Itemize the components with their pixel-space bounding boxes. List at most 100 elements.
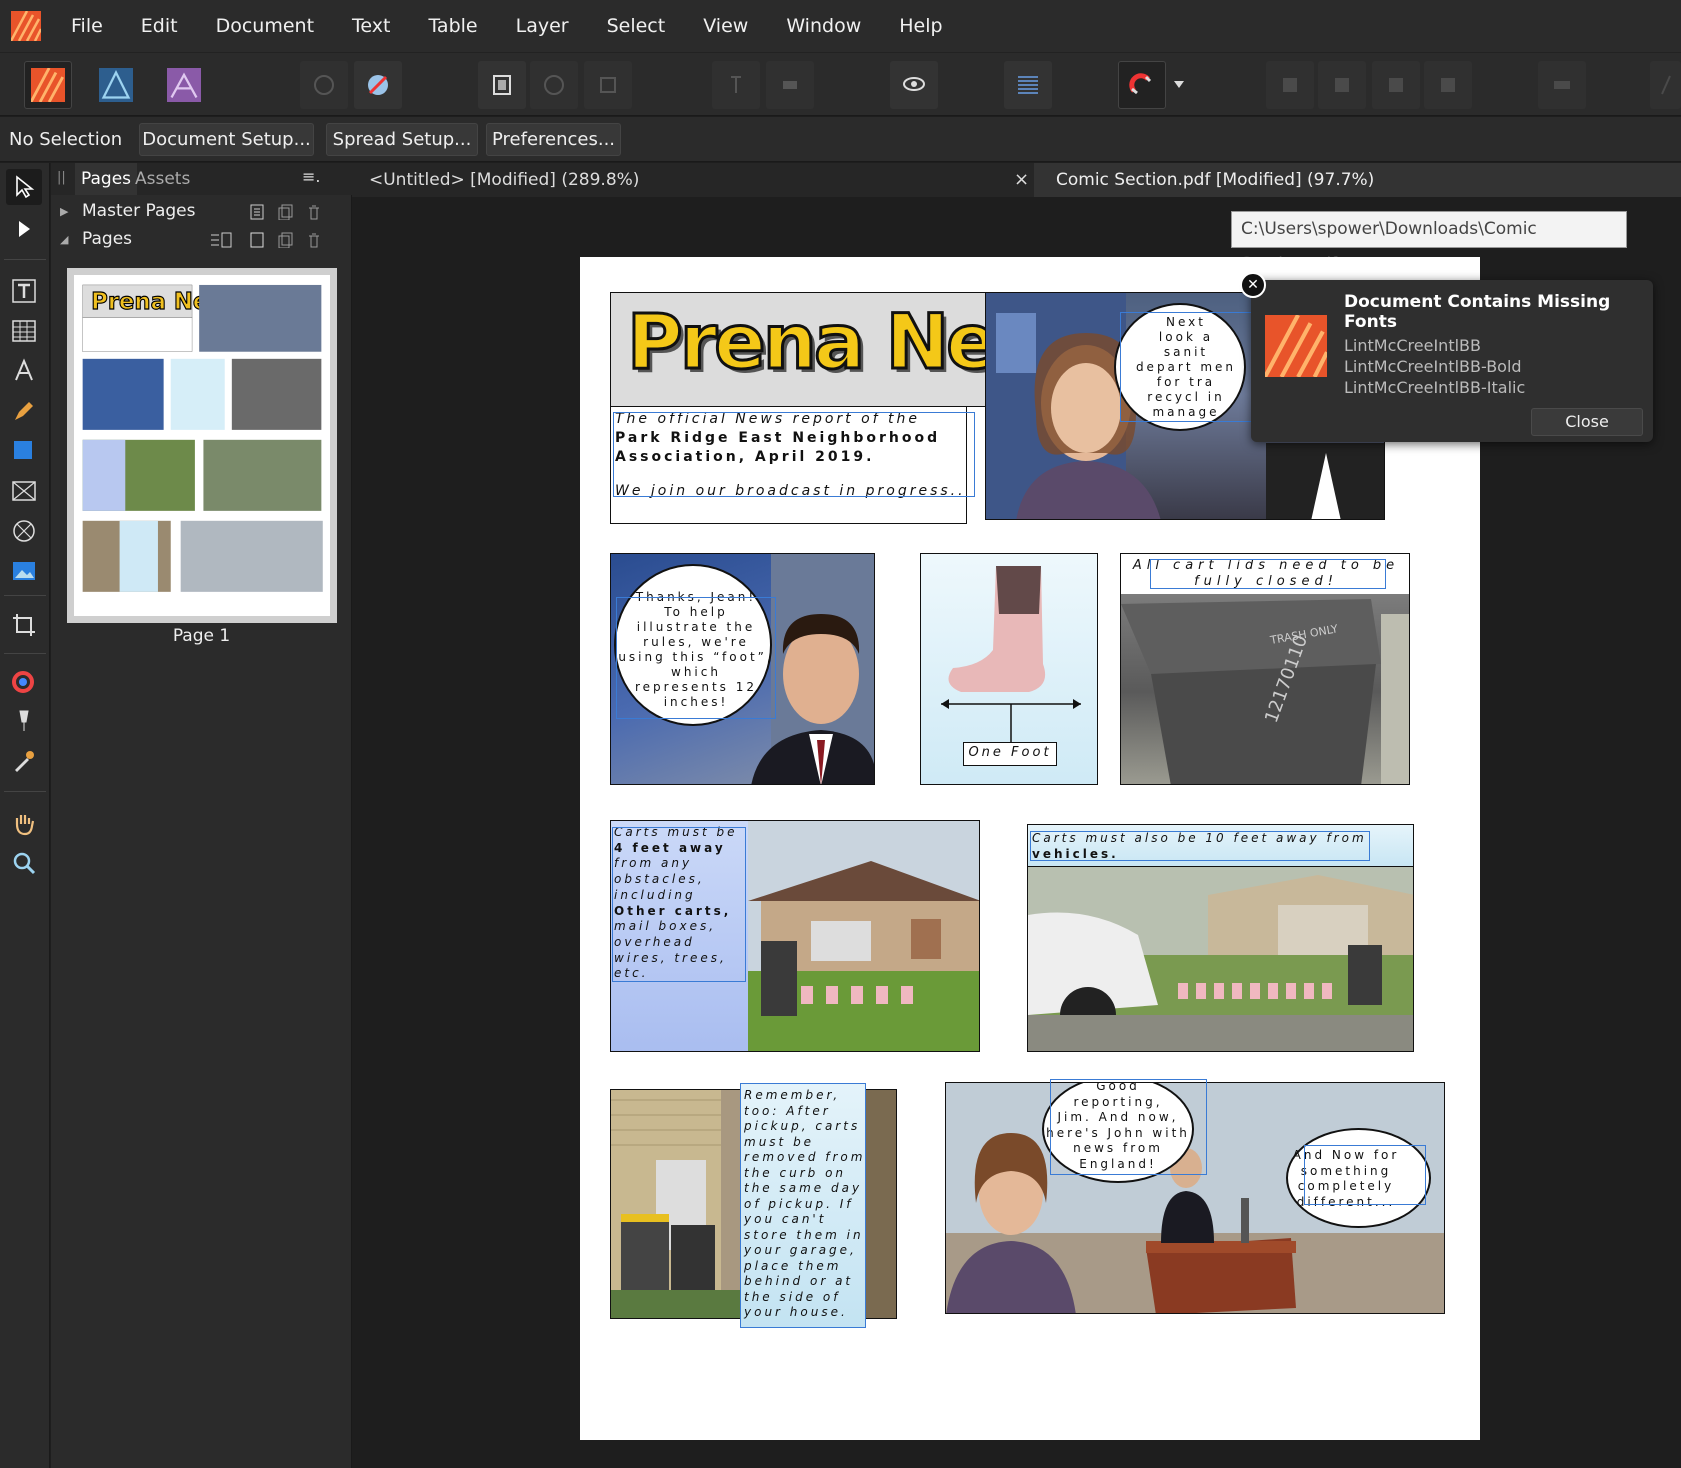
menu-select[interactable]: Select [588, 0, 685, 52]
preview-mode-icon[interactable] [890, 61, 938, 109]
remember-text: Remember, too: After pickup, carts must be r… [744, 1088, 866, 1319]
menu-layer[interactable]: Layer [497, 0, 588, 52]
text-frame-outline [1030, 831, 1370, 861]
page-thumbnail-preview: Prena News [82, 284, 323, 592]
text-frame-outline [613, 412, 975, 497]
photo-persona-icon[interactable] [160, 61, 208, 109]
align-icon[interactable] [1538, 61, 1586, 109]
collapse-arrow-icon[interactable]: ◢ [60, 233, 68, 246]
no-selection-label: No Selection [9, 129, 123, 150]
place-image-tool-icon[interactable] [6, 553, 42, 589]
master-pages-row[interactable]: ▶ Master Pages [51, 197, 352, 227]
zoom-tool-icon[interactable] [6, 845, 42, 881]
duplicate-master-icon[interactable] [278, 204, 294, 221]
baseline-grid-icon[interactable] [1004, 61, 1052, 109]
frame-text-tool-icon[interactable] [6, 273, 42, 309]
missing-fonts-notification: Document Contains Missing Fonts LintMcCr… [1251, 280, 1653, 442]
text-frame-outline [616, 597, 776, 719]
menu-bar: File Edit Document Text Table Layer Sele… [0, 0, 1681, 52]
page-options-icon[interactable] [210, 232, 232, 248]
panel-tabs: || Pages Assets ≡. [51, 163, 352, 195]
file-path-tooltip: C:\Users\spower\Downloads\Comic Section.… [1231, 211, 1627, 274]
one-foot-panel[interactable]: One Foot [920, 553, 1098, 785]
affinity-publisher-logo-icon[interactable] [0, 0, 52, 52]
delete-page-icon[interactable] [306, 232, 322, 248]
missing-fonts-close-button[interactable]: Close [1531, 408, 1643, 436]
add-page-icon[interactable] [249, 232, 265, 248]
spread-setup-button[interactable]: Spread Setup... [326, 123, 478, 156]
move-tool-icon[interactable] [6, 169, 42, 205]
inline-icon[interactable] [766, 61, 814, 109]
circle-frame-icon[interactable] [530, 61, 578, 109]
arrange-back-icon[interactable] [1266, 61, 1314, 109]
table-tool-icon[interactable] [6, 313, 42, 349]
view-hand-tool-icon[interactable] [6, 805, 42, 841]
menu-text[interactable]: Text [333, 0, 409, 52]
missing-fonts-title: Document Contains Missing Fonts [1344, 292, 1611, 332]
text-frame-outline [612, 827, 746, 982]
picture-frame-tool-icon[interactable] [6, 473, 42, 509]
ellipse-frame-tool-icon[interactable] [6, 513, 42, 549]
text-frame-outline [1050, 1079, 1207, 1175]
snapping-dropdown-chevron-icon[interactable] [1170, 61, 1188, 109]
toolbar-overflow-icon[interactable] [1650, 61, 1681, 109]
tab-pages[interactable]: Pages [75, 163, 138, 195]
menu-edit[interactable]: Edit [122, 0, 197, 52]
artistic-text-tool-icon[interactable] [6, 353, 42, 389]
text-frame-outline [1304, 1145, 1426, 1205]
color-picker-eyedropper-icon[interactable] [6, 743, 42, 779]
menu-document[interactable]: Document [197, 0, 333, 52]
missing-font-3: LintMcCreeIntlBB-Italic [1344, 378, 1526, 397]
menu-view[interactable]: View [684, 0, 767, 52]
node-tool-icon[interactable] [6, 211, 42, 247]
missing-font-2: LintMcCreeIntlBB-Bold [1344, 357, 1522, 376]
publisher-persona-icon[interactable] [24, 61, 72, 109]
preferences-button[interactable]: Preferences... [486, 123, 621, 156]
square-frame-icon[interactable] [584, 61, 632, 109]
snapping-magnet-icon[interactable] [1118, 61, 1166, 109]
missing-font-1: LintMcCreeIntlBB [1344, 336, 1481, 355]
designer-persona-icon[interactable] [92, 61, 140, 109]
pin-icon[interactable] [712, 61, 760, 109]
masthead-panel[interactable]: Prena News [610, 292, 995, 407]
color-picker-icon[interactable] [6, 663, 42, 699]
preflight-icon[interactable] [354, 61, 402, 109]
duplicate-page-icon[interactable] [278, 232, 294, 249]
tab-untitled-document[interactable]: <Untitled> [Modified] (289.8%) × [352, 163, 1034, 197]
tab-assets[interactable]: Assets [129, 163, 196, 195]
expand-arrow-icon[interactable]: ▶ [60, 205, 68, 218]
tab-comic-section[interactable]: Comic Section.pdf [Modified] (97.7%) [1034, 163, 1681, 197]
dismiss-notification-icon[interactable]: ✕ [1240, 272, 1266, 298]
rectangle-tool-icon[interactable] [6, 433, 42, 469]
menu-window[interactable]: Window [767, 0, 880, 52]
affinity-publisher-logo-icon [1263, 314, 1329, 378]
toolbar [0, 52, 1681, 116]
pen-tool-icon[interactable] [6, 393, 42, 429]
remember-text-frame[interactable]: Remember, too: After pickup, carts must be r… [740, 1083, 866, 1328]
close-tab-icon[interactable]: × [1014, 163, 1029, 197]
menu-table[interactable]: Table [409, 0, 496, 52]
arrange-front-icon[interactable] [1424, 61, 1472, 109]
page-1-label: Page 1 [172, 626, 231, 646]
page-1-thumbnail[interactable]: Prena News [67, 268, 337, 623]
share-icon[interactable] [300, 61, 348, 109]
tools-panel [0, 163, 50, 1468]
context-toolbar: No Selection Document Setup... Spread Se… [0, 117, 1681, 162]
panel-menu-icon[interactable]: ≡. [302, 167, 321, 186]
arrange-forward-icon[interactable] [1372, 61, 1420, 109]
crop-tool-icon[interactable] [6, 607, 42, 643]
add-master-icon[interactable] [249, 204, 265, 220]
panel-grip-icon[interactable]: || [57, 170, 66, 185]
menu-help[interactable]: Help [880, 0, 961, 52]
pages-row[interactable]: ◢ Pages [51, 225, 352, 255]
document-setup-button[interactable]: Document Setup... [139, 123, 314, 156]
pages-panel: || Pages Assets ≡. ▶ Master Pages ◢ Page… [51, 163, 352, 1468]
document-tabs: <Untitled> [Modified] (289.8%) × Comic S… [352, 163, 1681, 197]
arrange-backward-icon[interactable] [1318, 61, 1366, 109]
document-view-icon[interactable] [478, 61, 526, 109]
delete-master-icon[interactable] [306, 204, 322, 220]
masthead-title: Prena News [625, 296, 995, 388]
transparency-tool-icon[interactable] [6, 703, 42, 739]
one-foot-label: One Foot [963, 742, 1057, 766]
menu-file[interactable]: File [52, 0, 122, 52]
